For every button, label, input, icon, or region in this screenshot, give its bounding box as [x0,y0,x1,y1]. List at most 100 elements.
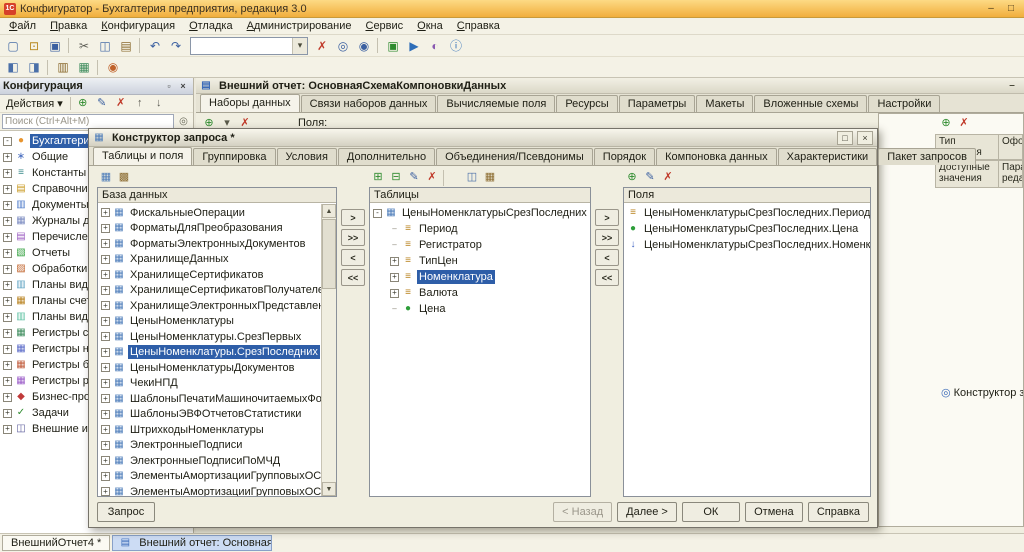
dialog-tab[interactable]: Дополнительно [338,148,435,165]
document-tab[interactable]: Связи наборов данных [301,95,437,112]
expander-icon[interactable] [3,393,12,402]
selected-field-row[interactable]: ЦеныНоменклатурыСрезПоследних.Период [624,205,870,221]
menu-item[interactable]: Правка [43,19,94,33]
back-button[interactable]: < Назад [553,502,612,522]
expander-icon[interactable] [101,317,110,326]
dialog-tab[interactable]: Компоновка данных [656,148,777,165]
query-button[interactable]: Запрос [97,502,155,522]
maximize-icon[interactable] [1002,2,1020,16]
menu-item[interactable]: Файл [2,19,43,33]
redo-icon[interactable]: ↷ [166,37,186,55]
undo-icon[interactable]: ↶ [145,37,165,55]
expander-icon[interactable] [101,332,110,341]
transfer-button[interactable]: < [341,249,365,266]
expander-icon[interactable] [3,329,12,338]
database-table-row[interactable]: ХранилищеСертификатов [98,267,321,283]
delete-icon[interactable]: ✗ [423,170,441,186]
database-table-row[interactable]: ФорматыЭлектронныхДокументов [98,236,321,252]
expander-icon[interactable] [101,301,110,310]
calculator-icon[interactable]: ▦ [74,58,94,76]
expander-icon[interactable] [3,281,12,290]
dialog-tab[interactable]: Условия [277,148,337,165]
dialog-tab[interactable]: Объединения/Псевдонимы [436,148,593,165]
expander-icon[interactable] [101,456,110,465]
expander-icon[interactable] [3,377,12,386]
menu-item[interactable]: Сервис [358,19,410,33]
column-header[interactable]: Параметры редактирования [999,160,1023,188]
start-debug-icon[interactable]: ▶ [404,37,424,55]
search-icon[interactable] [176,116,191,127]
open-icon[interactable]: ⊡ [24,37,44,55]
database-table-row[interactable]: ЦеныНоменклатуры.СрезПоследних [98,345,321,361]
expander-icon[interactable] [101,363,110,372]
actions-menu-button[interactable]: Действия [2,96,67,111]
menu-item[interactable]: Отладка [182,19,240,33]
database-table-row[interactable]: ЭлементыАмортизацииГрупповыхОСБухгал [98,469,321,485]
quick-select-combobox[interactable] [190,37,308,55]
move-down-icon[interactable]: ↓ [150,96,168,112]
chevron-down-icon[interactable] [292,38,307,54]
selected-table-row[interactable]: Номенклатура [370,269,590,285]
database-table-row[interactable]: ФискальныеОперации [98,205,321,221]
selected-table-row[interactable]: Валюта [370,285,590,301]
database-table-row[interactable]: ШаблоныПечатиМашиночитаемыхФорм [98,391,321,407]
cancel-button[interactable]: Отмена [745,502,803,522]
selected-table-row[interactable]: Цена [370,301,590,317]
document-tab[interactable]: Вложенные схемы [754,95,867,112]
dialog-tab[interactable]: Группировка [193,148,275,165]
show-all-icon[interactable]: ▩ [115,170,133,186]
expander-icon[interactable] [3,361,12,370]
expander-icon[interactable] [3,265,12,274]
expander-icon[interactable] [3,313,12,322]
expander-icon[interactable] [101,441,110,450]
expander-icon[interactable] [3,249,12,258]
panels-icon[interactable]: ◨ [24,58,44,76]
dialog-tab[interactable]: Пакет запросов [878,148,976,165]
selected-table-row[interactable]: ТипЦен [370,253,590,269]
database-table-row[interactable]: ХранилищеСертификатовПолучателей [98,283,321,299]
expander-icon[interactable] [3,345,12,354]
syntax-check-icon[interactable]: ▣ [383,37,403,55]
ok-button[interactable]: ОК [682,502,740,522]
delete-icon[interactable]: ✗ [955,115,973,131]
database-table-row[interactable]: ЦеныНоменклатурыДокументов [98,360,321,376]
expander-icon[interactable] [101,255,110,264]
selected-table-row[interactable]: Регистратор [370,237,590,253]
document-minimize-icon[interactable] [1004,80,1020,91]
dialog-titlebar[interactable]: Конструктор запроса * [89,129,877,147]
expander-icon[interactable] [3,217,12,226]
database-table-row[interactable]: ЭлектронныеПодписиПоМЧД [98,453,321,469]
database-table-row[interactable]: ЭлементыАмортизацииГрупповыхОСБухгал [98,484,321,496]
expander-icon[interactable] [101,425,110,434]
dialog-close-icon[interactable] [857,131,873,145]
expander-icon[interactable] [3,233,12,242]
selected-table-row[interactable]: ЦеныНоменклатурыСрезПоследних [370,205,590,221]
replace-table-icon[interactable]: ◫ [463,170,481,186]
add-icon[interactable]: ⊕ [623,170,641,186]
expander-icon[interactable] [101,239,110,248]
copy-icon[interactable]: ◫ [95,37,115,55]
database-table-row[interactable]: ХранилищеЭлектронныхПредставленийРег [98,298,321,314]
expander-icon[interactable] [390,273,399,282]
search-field[interactable] [5,116,171,127]
selected-field-row[interactable]: ЦеныНоменклатурыСрезПоследних.Цена [624,221,870,237]
dialog-tab[interactable]: Таблицы и поля [93,147,192,165]
expander-icon[interactable] [101,286,110,295]
transfer-button[interactable]: >> [595,229,619,246]
transfer-button[interactable]: << [595,269,619,286]
expander-icon[interactable] [101,410,110,419]
add-icon[interactable]: ⊕ [74,96,92,112]
database-table-row[interactable]: ХранилищеДанных [98,252,321,268]
expander-icon[interactable] [3,137,12,146]
selected-field-row[interactable]: ЦеныНоменклатурыСрезПоследних.Номенклату… [624,237,870,253]
database-table-row[interactable]: ЦеныНоменклатуры.СрезПервых [98,329,321,345]
document-tab[interactable]: Настройки [868,95,940,112]
expander-icon[interactable] [3,409,12,418]
dialog-tab[interactable]: Порядок [594,148,655,165]
expander-icon[interactable] [390,241,399,250]
expander-icon[interactable] [3,201,12,210]
transfer-button[interactable]: << [341,269,365,286]
measure-icon[interactable]: ◐ [425,37,445,55]
info-icon[interactable]: ⓘ [446,37,466,55]
add-temp-table-icon[interactable]: ⊟ [387,170,405,186]
